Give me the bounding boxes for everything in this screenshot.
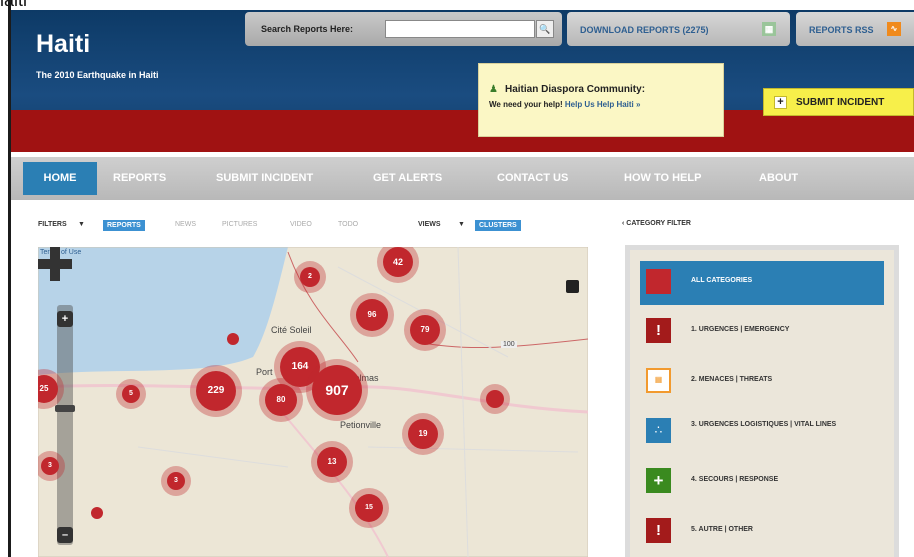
plus-icon: + — [646, 468, 671, 493]
help-haiti-link[interactable]: Help Us Help Haiti » — [565, 100, 641, 109]
filter-reports[interactable]: REPORTS — [103, 220, 145, 231]
nav-get-alerts[interactable]: GET ALERTS — [373, 172, 442, 184]
category-item-all[interactable]: ALL CATEGORIES — [640, 261, 884, 305]
map-marker[interactable] — [227, 333, 239, 345]
search-label: Search Reports Here: — [261, 24, 354, 34]
category-item-vital-lines[interactable]: ∴ 3. URGENCES LOGISTIQUES | VITAL LINES — [640, 410, 884, 454]
filters-dropdown-icon[interactable]: ▼ — [78, 221, 85, 228]
nav-contact-us[interactable]: CONTACT US — [497, 172, 568, 184]
pan-control-icon[interactable] — [38, 247, 72, 281]
map-cluster[interactable]: 3 — [41, 457, 59, 475]
reports-rss-label: REPORTS RSS — [809, 25, 874, 35]
zoom-out-icon[interactable]: – — [57, 527, 73, 543]
map-cluster[interactable]: 907 — [312, 365, 362, 415]
nav-home[interactable]: HOME — [23, 162, 97, 195]
notice-text: We need your help! Help Us Help Haiti » — [489, 100, 640, 109]
exclamation-icon: ! — [646, 518, 671, 543]
map-marker[interactable] — [91, 507, 103, 519]
filter-video[interactable]: VIDEO — [290, 221, 312, 228]
zoom-slider[interactable] — [57, 305, 73, 545]
category-filter-title[interactable]: ‹ CATEGORY FILTER — [622, 220, 691, 227]
category-item-other[interactable]: ! 5. AUTRE | OTHER — [640, 510, 884, 554]
filters-label: FILTERS — [38, 221, 67, 228]
search-bar: Search Reports Here: 🔍 — [245, 12, 562, 46]
plus-icon: + — [774, 96, 787, 109]
site-subtitle: The 2010 Earthquake in Haiti — [36, 70, 159, 80]
filter-todo[interactable]: TODO — [338, 221, 358, 228]
category-list: ALL CATEGORIES ! 1. URGENCES | EMERGENCY… — [630, 250, 894, 557]
exclamation-icon: ! — [646, 318, 671, 343]
map-cluster[interactable] — [486, 390, 504, 408]
map-place-label: Port — [256, 367, 273, 377]
map-cluster[interactable]: 80 — [265, 384, 297, 416]
map-cluster[interactable]: 15 — [355, 494, 383, 522]
main-nav: HOME REPORTS SUBMIT INCIDENT GET ALERTS … — [11, 157, 914, 200]
category-item-emergency[interactable]: ! 1. URGENCES | EMERGENCY — [640, 310, 884, 354]
road-badge: 100 — [501, 341, 517, 348]
spreadsheet-icon: ▦ — [762, 22, 776, 36]
map-cluster[interactable]: 79 — [410, 315, 440, 345]
search-input[interactable] — [385, 20, 535, 38]
category-item-threats[interactable]: ▦ 2. MENACES | THREATS — [640, 360, 884, 404]
views-dropdown-icon[interactable]: ▼ — [458, 221, 465, 228]
header-red-band — [11, 110, 914, 152]
category-label: 2. MENACES | THREATS — [691, 376, 773, 383]
map-cluster[interactable]: 42 — [383, 247, 413, 277]
download-reports-label: DOWNLOAD REPORTS (2275) — [580, 25, 709, 35]
submit-incident-label: SUBMIT INCIDENT — [796, 97, 885, 108]
east-street — [457, 247, 469, 557]
map-base-layer — [38, 247, 588, 557]
zoom-in-icon[interactable]: + — [57, 311, 73, 327]
layer-switcher-icon[interactable] — [566, 280, 579, 293]
notice-title: Haitian Diaspora Community: — [505, 84, 646, 95]
reports-rss-button[interactable]: REPORTS RSS ∿ — [796, 12, 914, 46]
category-label: ALL CATEGORIES — [691, 277, 753, 284]
filter-news[interactable]: NEWS — [175, 221, 196, 228]
search-icon[interactable]: 🔍 — [536, 20, 554, 38]
chevron-left-icon: ‹ — [622, 220, 625, 227]
map-place-label: Petionville — [340, 420, 382, 430]
nav-how-to-help[interactable]: HOW TO HELP — [624, 172, 701, 184]
north-road — [287, 251, 359, 363]
people-icon: ♟ — [489, 84, 498, 95]
nav-submit-incident[interactable]: SUBMIT INCIDENT — [216, 172, 313, 184]
category-label: 3. URGENCES LOGISTIQUES | VITAL LINES — [691, 421, 837, 428]
water-drops-icon: ∴ — [646, 418, 671, 443]
map-place-label: Cité Soleil — [271, 325, 312, 335]
nav-about[interactable]: ABOUT — [759, 172, 798, 184]
site-title[interactable]: Haiti — [36, 30, 90, 59]
calendar-icon: ▦ — [646, 368, 671, 393]
category-swatch — [646, 269, 671, 294]
category-filter-label: CATEGORY FILTER — [626, 220, 691, 227]
incident-map[interactable]: Terms of Use + – Cité Soleil Port Delmas… — [38, 247, 588, 557]
notice-body: We need your help! — [489, 100, 563, 109]
nav-reports[interactable]: REPORTS — [113, 172, 166, 184]
filter-pictures[interactable]: PICTURES — [222, 221, 257, 228]
category-label: 4. SECOURS | RESPONSE — [691, 476, 779, 483]
rss-icon: ∿ — [887, 22, 901, 36]
category-panel: ALL CATEGORIES ! 1. URGENCES | EMERGENCY… — [625, 245, 899, 557]
map-cluster[interactable]: 2 — [300, 267, 320, 287]
submit-incident-button[interactable]: + SUBMIT INCIDENT — [763, 88, 914, 116]
map-cluster[interactable]: 3 — [167, 472, 185, 490]
bay-water — [38, 247, 288, 375]
category-label: 1. URGENCES | EMERGENCY — [691, 326, 790, 333]
map-cluster[interactable]: 96 — [356, 299, 388, 331]
view-clusters[interactable]: CLUSTERS — [475, 220, 521, 231]
category-item-response[interactable]: + 4. SECOURS | RESPONSE — [640, 460, 884, 504]
map-cluster[interactable]: 13 — [317, 447, 347, 477]
category-label: 5. AUTRE | OTHER — [691, 526, 753, 533]
diaspora-notice: ♟ Haitian Diaspora Community: We need yo… — [478, 63, 724, 137]
map-cluster[interactable]: 229 — [196, 371, 236, 411]
map-cluster[interactable]: 19 — [408, 419, 438, 449]
zoom-handle[interactable] — [55, 405, 75, 412]
map-cluster[interactable]: 5 — [122, 385, 140, 403]
download-reports-button[interactable]: DOWNLOAD REPORTS (2275) ▦ — [567, 12, 790, 46]
views-label: VIEWS — [418, 221, 441, 228]
